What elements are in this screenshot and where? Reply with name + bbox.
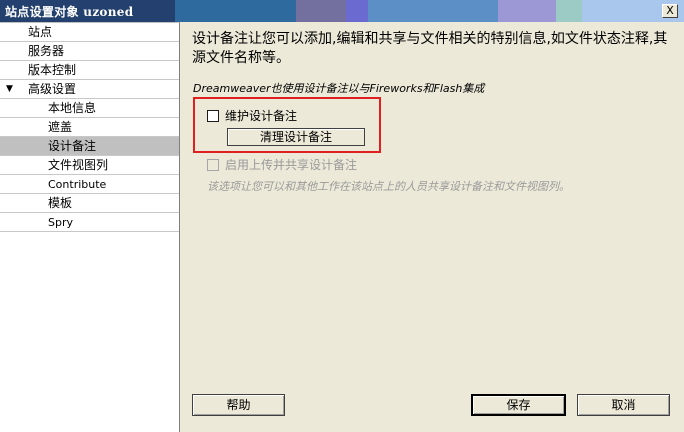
sidebar-item-label: 遮盖 bbox=[48, 120, 73, 134]
save-button[interactable]: 保存 bbox=[471, 394, 566, 416]
window-title: 站点设置对象 uzoned bbox=[5, 5, 134, 19]
site-name: uzoned bbox=[83, 5, 134, 19]
category-sidebar: 站点 服务器 版本控制 ▼ 高级设置 本地信息 遮盖 设计备注 文件视图列 Con… bbox=[0, 22, 180, 432]
clean-design-notes-button[interactable]: 清理设计备注 bbox=[227, 128, 365, 146]
enable-upload-share-checkbox bbox=[207, 159, 219, 171]
design-notes-description: 设计备注让您可以添加,编辑和共享与文件相关的特别信息,如文件状态注释,其源文件名… bbox=[192, 31, 668, 66]
maintain-design-notes-checkbox[interactable] bbox=[207, 110, 219, 122]
expand-triangle-icon[interactable]: ▼ bbox=[6, 80, 13, 98]
sidebar-item-contribute[interactable]: Contribute bbox=[0, 175, 179, 194]
sidebar-item-label: 版本控制 bbox=[28, 63, 77, 77]
enable-upload-share-label: 启用上传并共享设计备注 bbox=[225, 158, 358, 172]
help-button[interactable]: 帮助 bbox=[192, 394, 285, 416]
maintain-design-notes-label[interactable]: 维护设计备注 bbox=[225, 107, 297, 124]
sidebar-item-cloaking[interactable]: 遮盖 bbox=[0, 118, 179, 137]
sidebar-item-label: 文件视图列 bbox=[48, 158, 109, 172]
sidebar-item-version-control[interactable]: 版本控制 bbox=[0, 61, 179, 80]
share-description: 该选项让您可以和其他工作在该站点上的人员共享设计备注和文件视图列。 bbox=[207, 180, 570, 193]
sidebar-item-site[interactable]: 站点 bbox=[0, 23, 179, 42]
sidebar-item-spry[interactable]: Spry bbox=[0, 213, 179, 232]
sidebar-item-label: 本地信息 bbox=[48, 101, 97, 115]
design-notes-panel: 设计备注让您可以添加,编辑和共享与文件相关的特别信息,如文件状态注释,其源文件名… bbox=[181, 22, 684, 432]
cancel-button[interactable]: 取消 bbox=[577, 394, 670, 416]
sidebar-item-label: Spry bbox=[48, 216, 73, 229]
sidebar-item-advanced-settings[interactable]: ▼ 高级设置 bbox=[0, 80, 179, 99]
sidebar-item-label: 设计备注 bbox=[48, 139, 97, 153]
sidebar-item-label: 站点 bbox=[28, 25, 53, 39]
sidebar-item-label: 服务器 bbox=[28, 44, 65, 58]
sidebar-item-label: Contribute bbox=[48, 178, 107, 191]
sidebar-item-label: 高级设置 bbox=[28, 82, 77, 96]
sidebar-item-label: 模板 bbox=[48, 196, 73, 210]
sidebar-item-design-notes[interactable]: 设计备注 bbox=[0, 137, 179, 156]
close-button[interactable]: X bbox=[662, 4, 678, 18]
sidebar-item-templates[interactable]: 模板 bbox=[0, 194, 179, 213]
site-setup-dialog: 站点设置对象 uzoned X 站点 服务器 版本控制 ▼ 高级设置 本地信息 遮… bbox=[0, 0, 684, 432]
sidebar-item-local-info[interactable]: 本地信息 bbox=[0, 99, 179, 118]
title-bar[interactable]: 站点设置对象 uzoned X bbox=[0, 0, 684, 22]
integration-note: Dreamweaver也使用设计备注以与Fireworks和Flash集成 bbox=[193, 82, 485, 95]
sidebar-item-file-view-columns[interactable]: 文件视图列 bbox=[0, 156, 179, 175]
sidebar-item-servers[interactable]: 服务器 bbox=[0, 42, 179, 61]
